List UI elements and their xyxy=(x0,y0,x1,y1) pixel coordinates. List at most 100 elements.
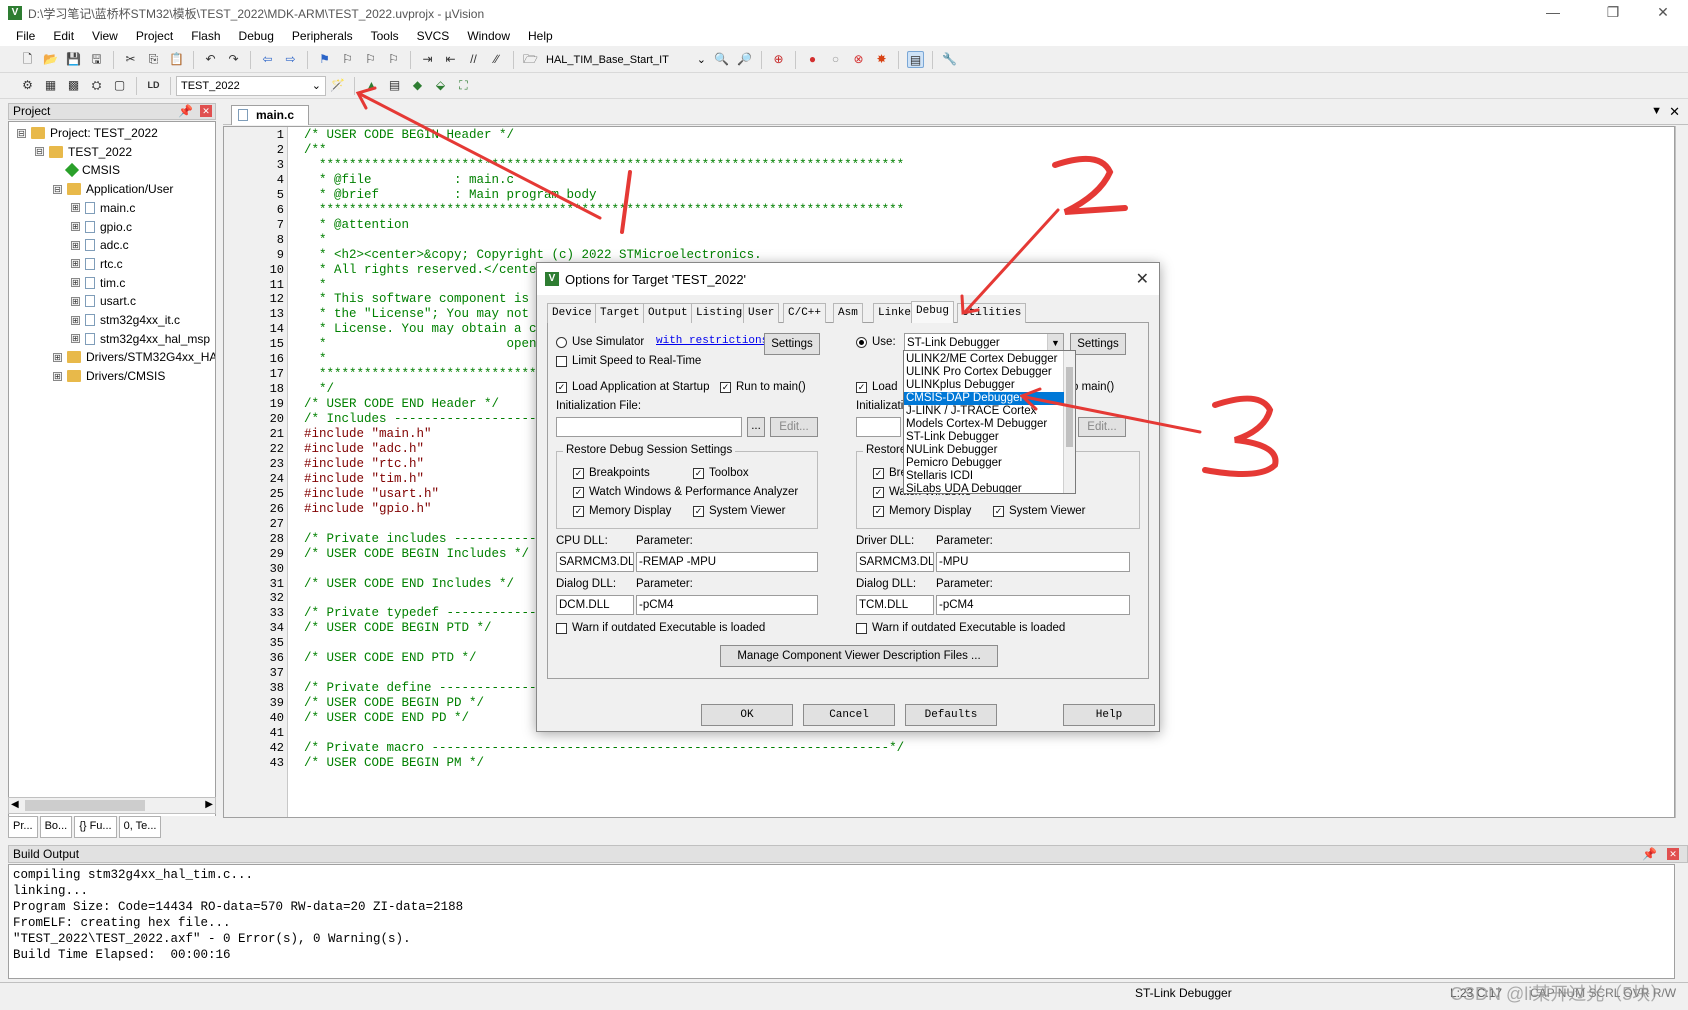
tree-item[interactable]: ⊟ TEST_2022 xyxy=(35,143,132,161)
right-breakpoints-checkbox[interactable]: ✓ xyxy=(873,468,884,479)
tree-item[interactable]: ⊞ gpio.c xyxy=(71,218,132,236)
tree-item[interactable]: ⊞ usart.c xyxy=(71,292,136,310)
cpu-param-input[interactable]: -REMAP -MPU xyxy=(636,552,818,572)
prev-bookmark-icon[interactable]: ⚐ xyxy=(339,51,356,68)
tab-device[interactable]: Device xyxy=(547,303,597,323)
tree-item[interactable]: ⊞ rtc.c xyxy=(71,255,123,273)
menu-help[interactable]: Help xyxy=(520,29,563,43)
clear-bookmarks-icon[interactable]: ⚐ xyxy=(385,51,402,68)
navigate-forward-icon[interactable]: ⇨ xyxy=(282,51,299,68)
expand-icon[interactable]: ⊞ xyxy=(71,315,80,325)
right-sysviewer-checkbox[interactable]: ✓ xyxy=(993,506,1004,517)
tree-item[interactable]: ⊞ Drivers/CMSIS xyxy=(53,367,165,385)
tree-item[interactable]: ⊞ main.c xyxy=(71,199,135,217)
batch-build-icon[interactable]: ⛭ xyxy=(88,77,105,94)
dropdown-option[interactable]: CMSIS-DAP Debugger xyxy=(904,392,1064,405)
collapse-icon[interactable]: ⊟ xyxy=(35,147,44,157)
dropdown-option[interactable]: NULink Debugger xyxy=(904,444,1064,457)
project-bottom-tab[interactable]: 0, Te... xyxy=(118,816,162,838)
uncomment-icon[interactable]: ∕∕ xyxy=(488,51,505,68)
menu-project[interactable]: Project xyxy=(128,29,183,43)
driver-param-input[interactable]: -MPU xyxy=(936,552,1130,572)
dropdown-option[interactable]: ULINK Pro Cortex Debugger xyxy=(904,366,1064,379)
tab-list-icon[interactable]: ▼ xyxy=(1651,105,1662,117)
system-viewer-checkbox[interactable]: ✓ xyxy=(693,506,704,517)
dialog-param-input[interactable]: -pCM4 xyxy=(636,595,818,615)
with-restrictions-link[interactable]: with restrictions xyxy=(656,335,768,347)
download-icon[interactable]: LD xyxy=(145,77,162,94)
expand-icon[interactable]: ⊞ xyxy=(71,278,80,288)
editor-vscrollbar[interactable] xyxy=(1675,126,1688,818)
cut-icon[interactable]: ✂ xyxy=(122,51,139,68)
scroll-thumb[interactable] xyxy=(1066,367,1073,447)
copy-icon[interactable]: ⎘ xyxy=(145,51,162,68)
run-to-main-checkbox[interactable]: ✓ xyxy=(720,382,731,393)
menu-svcs[interactable]: SVCS xyxy=(409,29,460,43)
tab-output[interactable]: Output xyxy=(643,303,693,323)
tab-asm[interactable]: Asm xyxy=(833,303,863,323)
paste-icon[interactable]: 📋 xyxy=(168,51,185,68)
manage-component-viewer-button[interactable]: Manage Component Viewer Description File… xyxy=(720,645,998,667)
tab-cc[interactable]: C/C++ xyxy=(783,303,827,323)
disable-breakpoint-icon[interactable]: ○ xyxy=(827,51,844,68)
new-file-icon[interactable]: 🗋 xyxy=(19,51,36,68)
cpu-dll-input[interactable]: SARMCM3.DLL xyxy=(556,552,634,572)
breakpoint-icon[interactable]: ● xyxy=(804,51,821,68)
save-all-icon[interactable]: 🖫 xyxy=(88,51,105,68)
select-packs-icon[interactable]: ▤ xyxy=(386,77,403,94)
tab-debug[interactable]: Debug xyxy=(911,301,955,323)
use-simulator-radio[interactable] xyxy=(556,337,567,348)
kill-breakpoints-icon[interactable]: ⊗ xyxy=(850,51,867,68)
expand-icon[interactable]: ⊞ xyxy=(71,240,80,250)
expand-icon[interactable]: ⊞ xyxy=(53,371,62,381)
toolbox-checkbox[interactable]: ✓ xyxy=(693,468,704,479)
pack-installer-icon[interactable]: ⬙ xyxy=(432,77,449,94)
debugger-settings-button[interactable]: Settings xyxy=(1070,333,1126,355)
pin-icon[interactable]: 📌 xyxy=(178,104,193,119)
menu-edit[interactable]: Edit xyxy=(45,29,84,43)
dropdown-option[interactable]: Pemicro Debugger xyxy=(904,457,1064,470)
dialog-dll-input[interactable]: DCM.DLL xyxy=(556,595,634,615)
right-init-file-input[interactable] xyxy=(856,417,901,437)
expand-icon[interactable]: ⊞ xyxy=(71,203,80,213)
tree-item[interactable]: ⊞ stm32g4xx_hal_msp xyxy=(71,330,210,348)
tree-item[interactable]: ⊟ Project: TEST_2022 xyxy=(17,124,158,142)
menu-window[interactable]: Window xyxy=(459,29,520,43)
close-icon[interactable]: ✕ xyxy=(1136,269,1149,289)
project-bottom-tab[interactable]: Pr... xyxy=(8,816,38,838)
right-load-app-checkbox[interactable]: ✓ xyxy=(856,382,867,393)
project-bottom-tab[interactable]: {} Fu... xyxy=(74,816,117,838)
dropdown-scrollbar[interactable] xyxy=(1063,351,1075,493)
scroll-right-icon[interactable]: ▶ xyxy=(205,799,213,810)
tree-item[interactable]: ⊞ Drivers/STM32G4xx_HA xyxy=(53,348,215,366)
dropdown-option[interactable]: SiLabs UDA Debugger xyxy=(904,483,1064,493)
driver-dll-input[interactable]: SARMCM3.DLL xyxy=(856,552,934,572)
translate-icon[interactable]: ⚙ xyxy=(19,77,36,94)
find-in-files-icon[interactable]: 🗁 xyxy=(522,51,539,68)
collapse-icon[interactable]: ⊟ xyxy=(53,184,62,194)
next-bookmark-icon[interactable]: ⚐ xyxy=(362,51,379,68)
software-packs-icon[interactable]: ⛶ xyxy=(455,77,472,94)
tab-utilities[interactable]: Utilities xyxy=(957,303,1027,323)
configure-icon[interactable]: ✸ xyxy=(873,51,890,68)
menu-tools[interactable]: Tools xyxy=(363,29,409,43)
rebuild-icon[interactable]: ▩ xyxy=(65,77,82,94)
dropdown-option[interactable]: Stellaris ICDI xyxy=(904,470,1064,483)
find-icon[interactable]: 🔍 xyxy=(713,51,730,68)
manage-project-items-icon[interactable]: ▲ xyxy=(363,77,380,94)
collapse-icon[interactable]: ⊟ xyxy=(17,128,26,138)
manage-rte-icon[interactable]: ◆ xyxy=(409,77,426,94)
right-memory-checkbox[interactable]: ✓ xyxy=(873,506,884,517)
bookmark-icon[interactable]: ⚑ xyxy=(316,51,333,68)
scroll-thumb[interactable] xyxy=(25,800,145,811)
save-icon[interactable]: 💾 xyxy=(65,51,82,68)
close-window-button[interactable]: ✕ xyxy=(1640,0,1686,26)
use-debugger-radio[interactable] xyxy=(856,337,867,348)
tab-user[interactable]: User xyxy=(743,303,780,323)
unindent-icon[interactable]: ⇤ xyxy=(442,51,459,68)
redo-icon[interactable]: ↷ xyxy=(225,51,242,68)
dropdown-option[interactable]: Models Cortex-M Debugger xyxy=(904,418,1064,431)
menu-file[interactable]: File xyxy=(8,29,45,43)
cancel-button[interactable]: Cancel xyxy=(803,704,895,726)
stop-build-icon[interactable]: ▢ xyxy=(111,77,128,94)
